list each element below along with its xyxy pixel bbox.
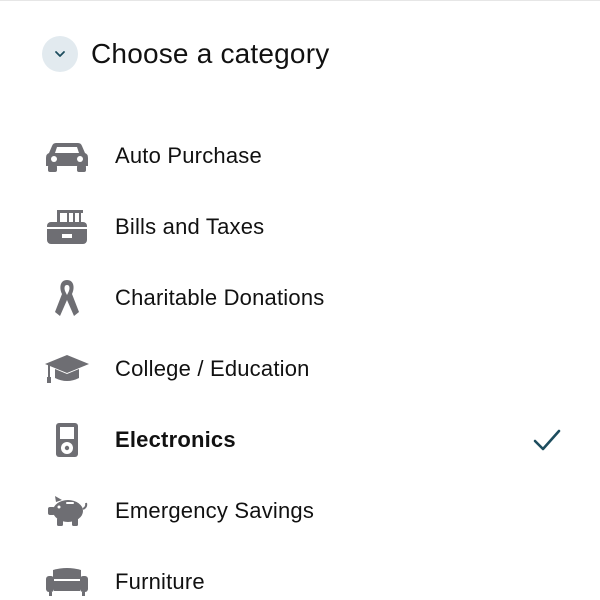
top-divider [0,0,600,1]
sofa-icon [40,555,94,600]
category-label: Electronics [115,426,236,452]
category-item-auto-purchase[interactable]: Auto Purchase [0,120,600,191]
cash-register-icon [40,200,94,254]
graduation-cap-icon [40,342,94,396]
category-item-bills-and-taxes[interactable]: Bills and Taxes [0,191,600,262]
category-list: Auto Purchase Bills and Taxes Charitable… [0,120,600,600]
category-item-electronics[interactable]: Electronics [0,404,600,475]
car-icon [40,129,94,183]
category-item-charitable-donations[interactable]: Charitable Donations [0,262,600,333]
category-item-furniture[interactable]: Furniture [0,546,600,600]
category-label: Charitable Donations [115,284,325,310]
category-item-emergency-savings[interactable]: Emergency Savings [0,475,600,546]
category-label: Emergency Savings [115,497,315,523]
category-label: Bills and Taxes [115,213,265,239]
ribbon-icon [40,271,94,325]
piggy-bank-icon [40,484,94,538]
category-label: Furniture [115,568,205,594]
music-player-icon [40,413,94,467]
collapse-button[interactable] [42,36,78,72]
category-label: College / Education [115,355,310,381]
chevron-down-icon [55,51,65,57]
category-header: Choose a category [42,36,329,72]
page-title: Choose a category [91,38,330,69]
category-item-college-education[interactable]: College / Education [0,333,600,404]
category-label: Auto Purchase [115,142,262,168]
checkmark-icon [530,423,564,457]
